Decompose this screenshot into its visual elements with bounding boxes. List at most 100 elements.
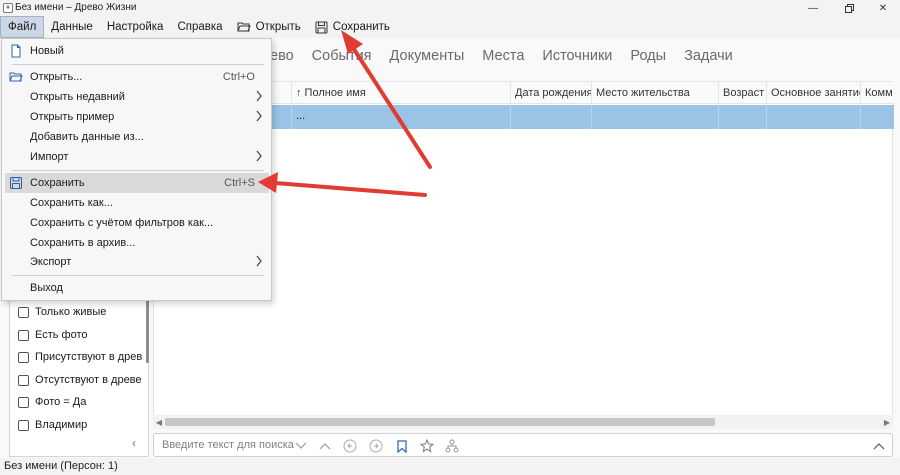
menu-item-save-archive[interactable]: Сохранить в архив... (5, 233, 269, 253)
star-icon[interactable] (419, 438, 435, 454)
folder-open-icon (9, 72, 23, 82)
submenu-chevron-icon (256, 150, 262, 162)
table-cell (767, 105, 861, 129)
back-circle-icon[interactable] (342, 438, 358, 454)
new-document-icon (11, 44, 21, 58)
minimize-icon: — (808, 2, 818, 14)
filter-label: Есть фото (35, 329, 88, 341)
status-bar: Без имени (Персон: 1) (0, 458, 900, 475)
horizontal-scrollbar[interactable]: ◀ ▶ (153, 415, 893, 429)
minimize-button[interactable]: — (796, 0, 830, 16)
table-cell (592, 105, 719, 129)
table-cell (719, 105, 767, 129)
filter-checkbox-has-photo[interactable]: Есть фото (18, 326, 88, 344)
menu-item-save[interactable]: Сохранить Ctrl+S (5, 173, 269, 193)
shortcut-label: Ctrl+S (224, 177, 255, 189)
table-cell (511, 105, 592, 129)
checkbox[interactable] (18, 374, 29, 386)
checkbox[interactable] (18, 306, 29, 318)
chevron-up-icon[interactable] (317, 438, 333, 454)
filter-checkbox-photo-yes[interactable]: Фото = Да (18, 393, 86, 411)
restore-button[interactable] (832, 0, 866, 16)
menu-help[interactable]: Справка (170, 16, 229, 38)
checkbox[interactable] (18, 329, 29, 341)
checkbox[interactable] (18, 396, 29, 408)
menu-item-open-sample[interactable]: Открыть пример (5, 107, 269, 127)
filter-checkbox-vladimir[interactable]: Владимир (18, 416, 87, 434)
tab-documents[interactable]: Документы (390, 48, 465, 64)
filter-label: Только живые (35, 306, 107, 318)
chevron-down-icon[interactable] (293, 438, 309, 454)
close-icon: ✕ (878, 2, 888, 14)
status-text: Без имени (Персон: 1) (4, 460, 118, 472)
menu-item-open[interactable]: Открыть... Ctrl+O (5, 67, 269, 87)
menu-data[interactable]: Данные (44, 16, 100, 38)
filter-label: Присутствуют в древ (35, 351, 143, 363)
menu-item-exit[interactable]: Выход (5, 278, 269, 298)
floppy-disk-icon (10, 177, 22, 189)
shortcut-label: Ctrl+O (222, 71, 255, 83)
menu-separator (12, 64, 264, 65)
menu-item-open-recent[interactable]: Открыть недавний (5, 87, 269, 107)
app-window: Без имени – Древо Жизни — ✕ Файл Данные … (0, 0, 900, 475)
menu-bar: Файл Данные Настройка Справка Открыть Со… (0, 16, 900, 38)
chevron-left-icon[interactable]: ‹ (132, 436, 136, 450)
column-header-age[interactable]: Возраст (719, 82, 767, 104)
column-header-occupation[interactable]: Основное занятие (767, 82, 861, 104)
tab-sources[interactable]: Источники (542, 48, 612, 64)
scrollbar-thumb[interactable] (165, 418, 715, 426)
close-button[interactable]: ✕ (866, 0, 900, 16)
toolbar-save-label: Сохранить (332, 21, 390, 33)
submenu-chevron-icon (256, 255, 262, 267)
menu-file[interactable]: Файл (0, 16, 45, 38)
scroll-left-icon[interactable]: ◀ (153, 415, 165, 429)
search-bar: Введите текст для поиска (153, 433, 893, 457)
collapse-up-icon[interactable] (871, 438, 887, 454)
view-tabs: ево События Документы Места Источники Ро… (270, 48, 733, 64)
filter-checkbox-not-in-tree[interactable]: Отсутствуют в древе (18, 371, 142, 389)
filter-label: Отсутствуют в древе (35, 374, 142, 386)
tab-tree[interactable]: ево (270, 48, 294, 64)
menu-item-new[interactable]: Новый (5, 41, 269, 61)
menu-item-save-as[interactable]: Сохранить как... (5, 193, 269, 213)
title-bar: Без имени – Древо Жизни — ✕ (0, 0, 900, 16)
tab-tasks[interactable]: Задачи (684, 48, 733, 64)
tab-events[interactable]: События (312, 48, 372, 64)
tree-structure-icon[interactable] (444, 438, 460, 454)
toolbar-save-button[interactable]: Сохранить (308, 16, 397, 38)
checkbox[interactable] (18, 419, 29, 431)
menu-item-add-data[interactable]: Добавить данные из... (5, 127, 269, 147)
scroll-right-icon[interactable]: ▶ (881, 415, 893, 429)
menu-item-import[interactable]: Импорт (5, 147, 269, 167)
forward-circle-icon[interactable] (368, 438, 384, 454)
toolbar-open-button[interactable]: Открыть (230, 16, 308, 38)
filter-checkbox-alive[interactable]: Только живые (18, 303, 106, 321)
menu-settings[interactable]: Настройка (100, 16, 171, 38)
floppy-disk-icon (315, 21, 328, 33)
checkbox[interactable] (18, 351, 29, 363)
column-header-birth-date[interactable]: Дата рождения (511, 82, 592, 104)
menu-item-export[interactable]: Экспорт (5, 252, 269, 272)
file-menu-dropdown: Новый Открыть... Ctrl+O Открыть недавний… (1, 38, 272, 301)
bookmark-icon[interactable] (394, 438, 410, 454)
restore-icon (844, 3, 854, 13)
window-title: Без имени – Древо Жизни (15, 2, 137, 13)
filter-label: Фото = Да (35, 396, 87, 408)
filter-checkbox-in-tree[interactable]: Присутствуют в древ (18, 348, 142, 366)
submenu-chevron-icon (256, 90, 262, 102)
app-icon (3, 3, 13, 13)
menu-separator (12, 275, 264, 276)
search-input[interactable]: Введите текст для поиска (162, 439, 294, 451)
filter-label: Владимир (35, 419, 88, 431)
tab-places[interactable]: Места (482, 48, 524, 64)
folder-open-icon (237, 22, 251, 32)
menu-item-save-filtered[interactable]: Сохранить с учётом фильтров как... (5, 213, 269, 233)
table-cell-full-name: ... (292, 105, 511, 129)
toolbar-open-label: Открыть (255, 21, 301, 33)
column-header-residence[interactable]: Место жительства (592, 82, 719, 104)
column-header-comment[interactable]: Комм (861, 82, 894, 104)
table-cell (861, 105, 894, 129)
tab-clans[interactable]: Роды (630, 48, 666, 64)
column-header-full-name[interactable]: ↑ Полное имя (292, 82, 511, 104)
menu-separator (12, 170, 264, 171)
